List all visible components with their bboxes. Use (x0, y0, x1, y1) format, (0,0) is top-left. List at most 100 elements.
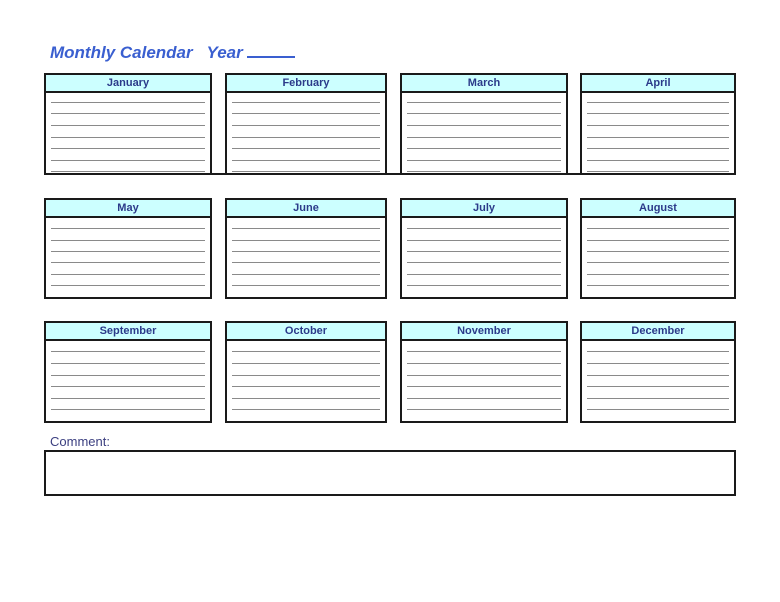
ruled-line (407, 125, 561, 126)
ruled-line (51, 363, 205, 364)
ruled-line (232, 113, 380, 114)
month-header: September (46, 323, 210, 341)
ruled-line (232, 351, 380, 352)
ruled-line (587, 148, 729, 149)
ruled-line (51, 148, 205, 149)
month-box: April (580, 73, 736, 175)
ruled-line (587, 228, 729, 229)
month-header: March (402, 75, 566, 93)
month-header: October (227, 323, 385, 341)
ruled-line (587, 375, 729, 376)
month-box: November (400, 321, 568, 423)
ruled-line (587, 285, 729, 286)
row-divider (44, 173, 736, 175)
ruled-line (587, 262, 729, 263)
ruled-line (51, 160, 205, 161)
month-box: September (44, 321, 212, 423)
ruled-line (407, 171, 561, 172)
ruled-line (232, 363, 380, 364)
ruled-line (51, 102, 205, 103)
ruled-line (407, 409, 561, 410)
month-box: February (225, 73, 387, 175)
title-text: Monthly Calendar (50, 43, 193, 62)
ruled-line (232, 386, 380, 387)
ruled-line (51, 251, 205, 252)
ruled-line (232, 251, 380, 252)
ruled-line (587, 137, 729, 138)
ruled-line (407, 262, 561, 263)
comment-field[interactable] (44, 450, 736, 496)
ruled-line (232, 160, 380, 161)
ruled-line (51, 125, 205, 126)
ruled-line (232, 398, 380, 399)
ruled-line (51, 228, 205, 229)
ruled-line (232, 137, 380, 138)
ruled-line (51, 240, 205, 241)
ruled-line (407, 375, 561, 376)
ruled-line (407, 228, 561, 229)
ruled-line (51, 113, 205, 114)
year-label: Year (206, 43, 243, 62)
ruled-line (232, 228, 380, 229)
ruled-line (407, 285, 561, 286)
month-header: April (582, 75, 734, 93)
ruled-line (587, 171, 729, 172)
ruled-line (587, 363, 729, 364)
month-header: June (227, 200, 385, 218)
ruled-line (51, 351, 205, 352)
ruled-line (407, 102, 561, 103)
ruled-line (232, 375, 380, 376)
ruled-line (407, 113, 561, 114)
ruled-line (587, 251, 729, 252)
ruled-line (587, 102, 729, 103)
ruled-line (407, 363, 561, 364)
ruled-line (232, 240, 380, 241)
ruled-line (587, 160, 729, 161)
ruled-line (587, 274, 729, 275)
month-box: October (225, 321, 387, 423)
ruled-line (232, 285, 380, 286)
page-title: Monthly Calendar Year (50, 42, 295, 63)
month-header: January (46, 75, 210, 93)
ruled-line (51, 262, 205, 263)
month-box: June (225, 198, 387, 299)
ruled-line (587, 386, 729, 387)
ruled-line (407, 160, 561, 161)
ruled-line (587, 351, 729, 352)
ruled-line (587, 409, 729, 410)
ruled-line (51, 274, 205, 275)
ruled-line (51, 398, 205, 399)
ruled-line (587, 113, 729, 114)
ruled-line (232, 409, 380, 410)
month-header: August (582, 200, 734, 218)
ruled-line (232, 102, 380, 103)
month-header: July (402, 200, 566, 218)
month-header: November (402, 323, 566, 341)
ruled-line (587, 125, 729, 126)
month-box: July (400, 198, 568, 299)
ruled-line (587, 240, 729, 241)
ruled-line (51, 386, 205, 387)
ruled-line (407, 274, 561, 275)
comment-label: Comment: (50, 434, 110, 449)
ruled-line (407, 386, 561, 387)
month-box: March (400, 73, 568, 175)
month-box: December (580, 321, 736, 423)
ruled-line (51, 137, 205, 138)
ruled-line (407, 240, 561, 241)
ruled-line (587, 398, 729, 399)
ruled-line (407, 251, 561, 252)
ruled-line (232, 171, 380, 172)
ruled-line (407, 148, 561, 149)
ruled-line (51, 409, 205, 410)
month-header: December (582, 323, 734, 341)
month-box: January (44, 73, 212, 175)
month-box: August (580, 198, 736, 299)
ruled-line (51, 285, 205, 286)
ruled-line (407, 137, 561, 138)
ruled-line (51, 171, 205, 172)
ruled-line (407, 398, 561, 399)
month-header: May (46, 200, 210, 218)
ruled-line (407, 351, 561, 352)
year-input[interactable] (246, 42, 295, 58)
